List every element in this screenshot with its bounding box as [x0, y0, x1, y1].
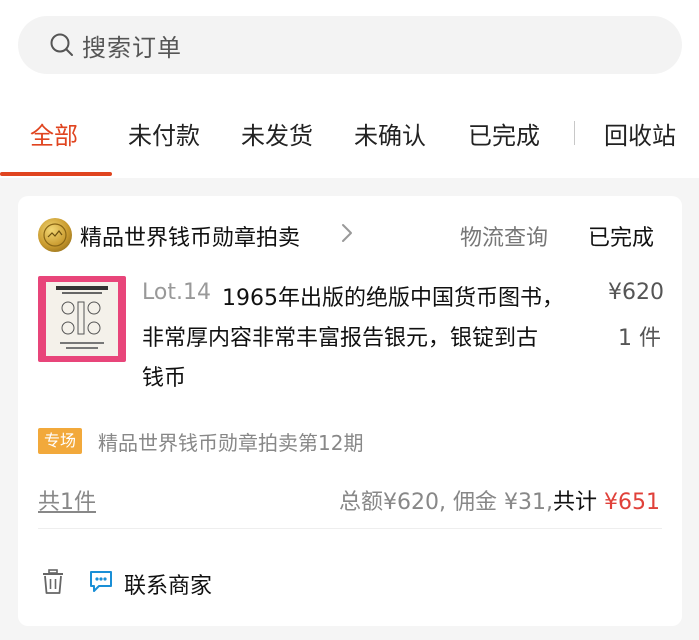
order-status: 已完成	[588, 226, 655, 251]
chevron-right-icon[interactable]	[340, 222, 354, 248]
total-value: ¥651	[604, 490, 660, 515]
tab-unshipped[interactable]: 未发货	[241, 116, 313, 151]
order-card[interactable]: 精品世界钱币勋章拍卖 物流查询 已完成 Lot.14 1965年出版的绝版中国货…	[18, 196, 682, 626]
search-placeholder: 搜索订单	[82, 33, 182, 62]
item-title-line-1[interactable]: 1965年出版的绝版中国货币图书，	[222, 280, 564, 312]
contact-seller-button[interactable]: 联系商家	[124, 568, 212, 600]
trash-icon[interactable]	[40, 568, 66, 596]
seller-logo	[38, 218, 72, 252]
top-bar: 搜索订单	[0, 0, 699, 178]
active-tab-indicator	[0, 172, 112, 176]
item-title-line-2[interactable]: 非常厚内容非常丰富报告银元，银锭到古	[142, 320, 538, 352]
seller-name[interactable]: 精品世界钱币勋章拍卖	[80, 220, 300, 252]
item-count: 共1件	[38, 490, 96, 515]
search-bar[interactable]: 搜索订单	[18, 16, 682, 74]
tab-divider	[574, 121, 575, 145]
search-icon	[48, 31, 76, 59]
order-totals: 总额¥620, 佣金 ¥31,共计 ¥651	[339, 484, 660, 516]
auction-session-name[interactable]: 精品世界钱币勋章拍卖第12期	[98, 427, 363, 456]
tab-recycle-bin[interactable]: 回收站	[604, 116, 676, 151]
lot-number: Lot.14	[142, 280, 211, 305]
tab-unpaid[interactable]: 未付款	[128, 116, 200, 151]
tab-all[interactable]: 全部	[30, 116, 78, 151]
special-session-tag: 专场	[38, 428, 83, 454]
item-quantity: 1 件	[618, 326, 661, 351]
chat-icon[interactable]	[88, 568, 114, 594]
item-thumbnail[interactable]	[38, 276, 126, 362]
amount-commission-text: 总额¥620, 佣金 ¥31,	[339, 490, 553, 515]
tab-completed[interactable]: 已完成	[468, 116, 540, 151]
card-divider	[38, 528, 662, 529]
item-price: ¥620	[608, 280, 664, 305]
logistics-link[interactable]: 物流查询	[460, 220, 548, 252]
item-title-line-3[interactable]: 钱币	[142, 360, 186, 392]
total-label: 共计	[552, 490, 597, 515]
tab-unconfirmed[interactable]: 未确认	[354, 116, 426, 151]
